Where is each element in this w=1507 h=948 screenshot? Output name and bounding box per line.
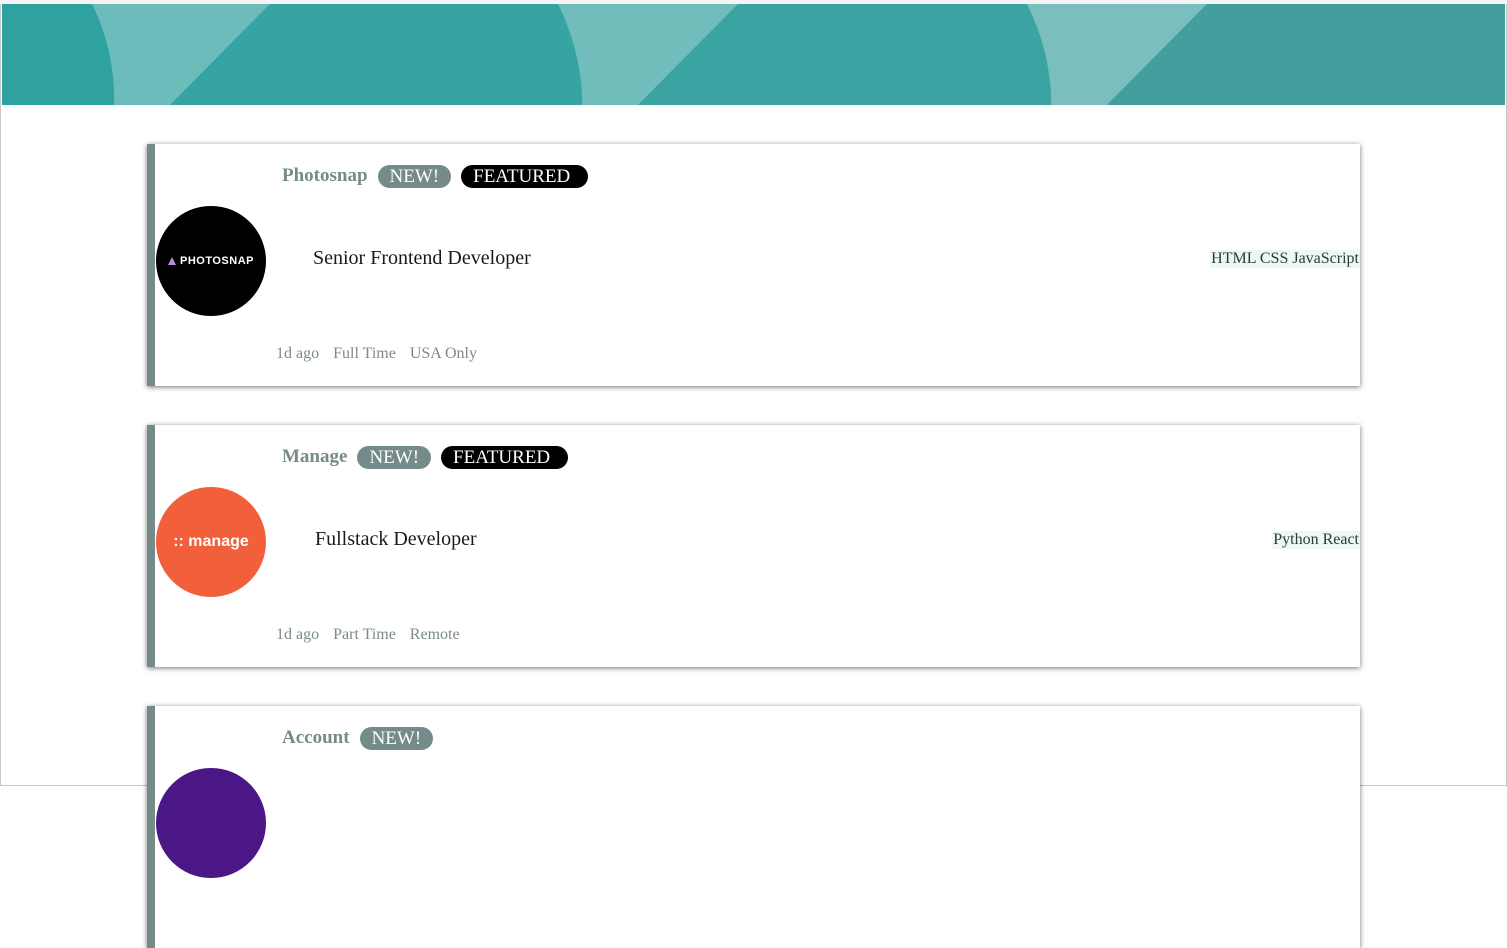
company-logo — [156, 768, 266, 878]
new-badge: NEW! — [359, 726, 434, 750]
job-card[interactable]: PHOTOSNAP Photosnap NEW! FEATURED Senior… — [147, 144, 1360, 386]
contract-type: Part Time — [333, 626, 396, 643]
featured-badge: FEATURED — [461, 164, 589, 188]
logo-text: :: manage — [173, 533, 249, 550]
job-location: USA Only — [409, 345, 477, 362]
featured-badge: FEATURED — [441, 445, 569, 469]
new-badge: NEW! — [377, 164, 452, 188]
company-logo: PHOTOSNAP — [156, 206, 266, 316]
job-card[interactable]: :: manage Manage NEW! FEATURED Fullstack… — [147, 425, 1360, 667]
position-title[interactable]: Fullstack Developer — [315, 528, 477, 551]
job-meta: 1d ago Part Time Remote — [276, 626, 470, 644]
banner-pattern — [2, 4, 1505, 105]
posted-at: 1d ago — [276, 626, 320, 643]
posted-at: 1d ago — [276, 345, 320, 362]
photosnap-triangle-icon — [168, 257, 176, 265]
contract-type: Full Time — [333, 345, 396, 362]
tools-tags[interactable]: Python React — [1272, 531, 1360, 549]
new-badge: NEW! — [357, 445, 432, 469]
company-row: Photosnap NEW! FEATURED — [282, 164, 589, 188]
company-name: Photosnap — [282, 165, 368, 186]
company-name: Account — [282, 727, 350, 748]
company-row: Manage NEW! FEATURED — [282, 445, 569, 469]
page-frame — [0, 0, 1507, 786]
company-row: Account NEW! — [282, 726, 443, 750]
tools-tags[interactable]: HTML CSS JavaScript — [1210, 250, 1360, 268]
job-location: Remote — [409, 626, 460, 643]
job-meta: 1d ago Full Time USA Only — [276, 345, 487, 363]
job-card[interactable]: Account NEW! — [147, 706, 1360, 948]
position-title[interactable]: Senior Frontend Developer — [313, 247, 531, 270]
company-logo: :: manage — [156, 487, 266, 597]
header-banner — [2, 4, 1505, 105]
company-name: Manage — [282, 446, 348, 467]
logo-text: PHOTOSNAP — [180, 255, 254, 267]
